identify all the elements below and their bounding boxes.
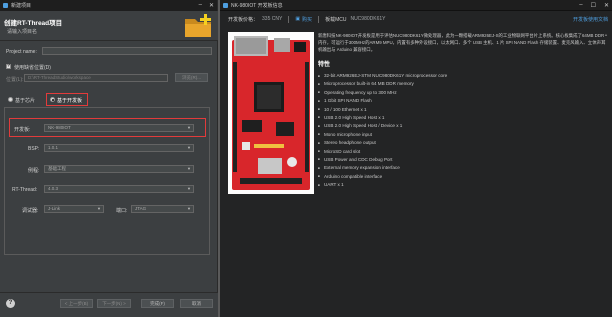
back-button[interactable]: < 上一步(B) (60, 299, 93, 308)
price-label: 开发板价格： (228, 16, 259, 23)
bsp-select[interactable]: 1.0.1 ▼ (44, 144, 194, 152)
feature-item: Operating frequency up to 300 MHz (318, 89, 606, 97)
port-label: 端口: (116, 208, 128, 214)
cart-icon[interactable]: ▣ (295, 16, 300, 22)
price-value: 335 CNY (262, 16, 283, 22)
minimize-icon[interactable]: – (199, 2, 202, 9)
finish-button[interactable]: 完成(F) (141, 299, 174, 308)
port-select-value: JTAG (135, 206, 147, 211)
rtt-select[interactable]: 4.0.3 ▼ (44, 185, 194, 193)
new-project-dialog: 新建项目 – ✕ 创建RT-Thread项目 请输入项目名 Project na… (0, 0, 218, 317)
doc-link[interactable]: 开发板使用文档 (573, 16, 608, 23)
board-window-title: NK-980IOT 开发板信息 (231, 2, 283, 9)
scroll-up-icon[interactable]: ▲ (604, 32, 608, 37)
chevron-down-icon: ▼ (97, 206, 101, 211)
bsp-label: BSP: (28, 146, 40, 152)
board-info-bar: 开发板价格： 335 CNY ▣ 购买 板载MCU NUC980DK61Y 开发… (228, 13, 608, 25)
feature-item: Stereo headphone output (318, 139, 606, 147)
chevron-down-icon: ▼ (187, 145, 191, 150)
board-select-highlight (9, 118, 206, 137)
app-icon (223, 2, 228, 8)
close-icon[interactable]: ✕ (604, 2, 609, 9)
board-photo (228, 32, 314, 194)
dialog-footer: ? < 上一步(B) 下一步(N) > 完成(F) 取消 (0, 292, 218, 317)
location-input[interactable]: D:\RT-ThreadStudio\workspace (24, 74, 168, 82)
project-name-input[interactable] (42, 47, 212, 55)
feature-item: UART x 1 (318, 181, 606, 189)
dialog-header: 创建RT-Thread项目 请输入项目名 (0, 11, 218, 41)
new-folder-icon (185, 14, 211, 37)
example-select-value: 基础工程 (48, 166, 66, 171)
app-icon (3, 3, 8, 8)
features-title: 特性 (318, 62, 331, 68)
debugger-select-value: J-Link (48, 206, 61, 211)
board-description: 新唐科技NK-980IOT开发板是用于评估NUC980DK61Y微处理器，此为一… (318, 33, 606, 52)
chevron-down-icon: ▼ (187, 206, 191, 211)
feature-item: External memory expansion interface (318, 164, 606, 172)
feature-item: USB 2.0 High Speed Host / Device x 1 (318, 122, 606, 130)
browse-button[interactable]: 浏览(R)... (175, 73, 208, 82)
board-titlebar: NK-980IOT 开发板信息 – ☐ ✕ (220, 0, 612, 11)
feature-item: 10 / 100 Ethernet x 1 (318, 106, 606, 114)
chip-radio[interactable] (8, 97, 13, 102)
divider (318, 15, 320, 23)
dialog-heading: 创建RT-Thread项目 (4, 20, 63, 27)
maximize-icon[interactable]: ☐ (591, 2, 596, 9)
example-label: 例程: (28, 168, 40, 174)
default-location-checkbox[interactable] (6, 63, 11, 69)
feature-item: 1 Gbit SPI NAND Flash (318, 97, 606, 105)
default-location-label: 使用缺省位置(D) (14, 65, 51, 71)
feature-item: USB 2.0 High Speed Host x 1 (318, 114, 606, 122)
divider (288, 15, 290, 23)
help-icon[interactable]: ? (6, 299, 15, 308)
chip-radio-label: 基于芯片 (15, 98, 36, 104)
mcu-value: NUC980DK61Y (350, 16, 386, 22)
mcu-label: 板载MCU (325, 16, 347, 23)
location-label: 位置(L): (6, 77, 24, 83)
close-icon[interactable]: ✕ (209, 2, 214, 9)
feature-item: Mono microphone input (318, 131, 606, 139)
debugger-label: 调试器: (22, 208, 39, 214)
chevron-down-icon: ▼ (187, 166, 191, 171)
port-select[interactable]: JTAG ▼ (131, 205, 194, 213)
rtt-select-value: 4.0.3 (48, 186, 59, 191)
next-button[interactable]: 下一步(N) > (97, 299, 131, 308)
chevron-down-icon: ▼ (187, 186, 191, 191)
feature-item: Arduino compatible interface (318, 173, 606, 181)
rtt-label: RT-Thread: (12, 187, 38, 193)
feature-item: MicroSD card slot (318, 148, 606, 156)
feature-item: Microprocessor built-in 64 MB DDR memory (318, 80, 606, 88)
feature-item: USB Power and CDC Debug Port (318, 156, 606, 164)
debugger-select[interactable]: J-Link ▼ (44, 205, 104, 213)
project-name-label: Project name: (6, 49, 37, 55)
buy-link[interactable]: 购买 (302, 16, 312, 23)
feature-item: 32-bit ARM926EJ-STM NUC980DK61Y micropro… (318, 72, 606, 80)
features-list: 32-bit ARM926EJ-STM NUC980DK61Y micropro… (318, 72, 606, 189)
dialog-subheading: 请输入项目名 (7, 29, 38, 35)
board-info-window: NK-980IOT 开发板信息 – ☐ ✕ 开发板价格： 335 CNY ▣ 购… (220, 0, 612, 317)
minimize-icon[interactable]: – (579, 2, 582, 9)
dialog-titlebar: 新建项目 – ✕ (0, 0, 217, 11)
example-select[interactable]: 基础工程 ▼ (44, 165, 194, 173)
board-radio-highlight (46, 93, 88, 106)
bsp-select-value: 1.0.1 (48, 145, 59, 150)
dialog-window-title: 新建项目 (11, 3, 32, 9)
cancel-button[interactable]: 取消 (180, 299, 213, 308)
